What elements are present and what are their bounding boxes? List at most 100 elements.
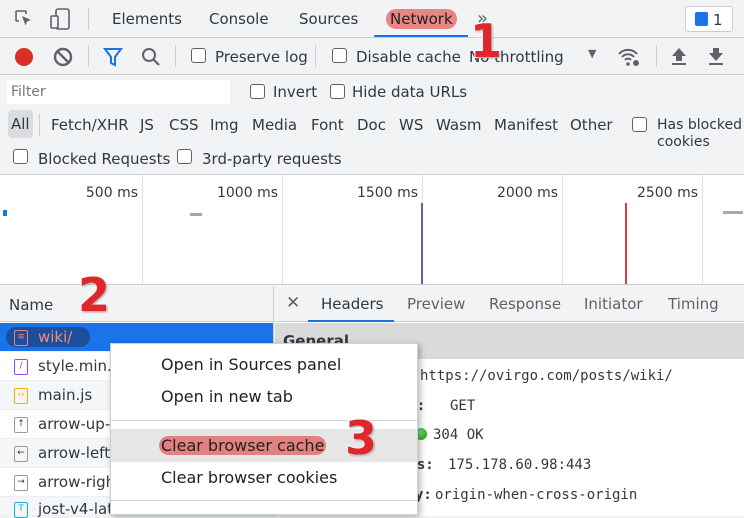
toolbar-divider <box>88 45 89 67</box>
request-bar <box>190 213 202 216</box>
timeline-tick: 500 ms <box>85 185 138 201</box>
request-url-value: https://ovirgo.com/posts/wiki/ <box>420 368 673 384</box>
tab-response[interactable]: Response <box>489 295 561 313</box>
timeline-tick: 2500 ms <box>636 185 698 201</box>
type-filter-all[interactable]: All <box>8 110 33 138</box>
request-name: arrow-up- <box>38 415 111 433</box>
request-bar <box>723 211 743 214</box>
export-har-icon[interactable] <box>707 46 725 66</box>
disable-cache-checkbox[interactable] <box>332 48 347 63</box>
menu-divider <box>111 500 417 501</box>
issues-badge[interactable]: 1 <box>685 6 733 32</box>
remote-address-value: 175.178.60.98:443 <box>448 457 592 473</box>
request-name: arrow-righ <box>38 473 116 491</box>
network-conditions-icon[interactable] <box>617 46 641 68</box>
request-name: style.min.2 <box>38 357 122 375</box>
chevron-down-icon[interactable]: ▼ <box>588 47 596 60</box>
close-icon[interactable]: ✕ <box>286 293 300 313</box>
hide-data-urls-checkbox[interactable] <box>330 84 345 99</box>
annotation-step-1: 1 <box>469 13 503 69</box>
annotation-step-2: 2 <box>77 267 111 323</box>
type-filter-doc[interactable]: Doc <box>357 116 386 134</box>
menu-open-in-new-tab[interactable]: Open in new tab <box>111 382 417 412</box>
preserve-log-checkbox[interactable] <box>191 48 206 63</box>
request-name: main.js <box>38 386 93 404</box>
tab-headers[interactable]: Headers <box>321 295 383 313</box>
type-filter-other[interactable]: Other <box>570 116 613 134</box>
hide-data-urls-label: Hide data URLs <box>352 83 468 101</box>
invert-checkbox[interactable] <box>250 84 265 99</box>
name-column-header[interactable]: Name <box>0 286 273 322</box>
annotation-step-3: 3 <box>344 410 378 466</box>
timeline-tick: 1500 ms <box>356 185 418 201</box>
inspect-element-icon[interactable] <box>14 9 34 29</box>
has-blocked-cookies-label: Has blocked cookies <box>657 117 742 150</box>
type-filter-font[interactable]: Font <box>311 116 344 134</box>
record-button[interactable] <box>15 48 33 66</box>
tab-elements[interactable]: Elements <box>112 10 182 28</box>
menu-label: Clear browser cookies <box>161 468 338 487</box>
document-icon: ≡ <box>14 330 28 346</box>
type-filter-wasm[interactable]: Wasm <box>436 116 482 134</box>
import-har-icon[interactable] <box>670 46 688 66</box>
tab-console[interactable]: Console <box>209 10 269 28</box>
device-toolbar-icon[interactable] <box>50 8 72 30</box>
network-toolbar: Preserve log Disable cache No throttling… <box>0 38 744 75</box>
timeline-gridline <box>562 175 563 284</box>
menu-label: Clear browser cache <box>159 436 327 455</box>
menu-label: Open in Sources panel <box>161 355 342 374</box>
image-icon: ↑ <box>14 417 28 433</box>
toolbar-divider <box>175 45 176 67</box>
load-event-line <box>625 203 627 284</box>
type-filter-media[interactable]: Media <box>252 116 297 134</box>
third-party-checkbox[interactable] <box>177 149 192 164</box>
script-icon: ‹› <box>14 388 28 404</box>
menu-open-in-sources[interactable]: Open in Sources panel <box>111 350 417 380</box>
type-filter-js[interactable]: JS <box>140 116 154 134</box>
image-icon: → <box>14 475 28 491</box>
tab-timing[interactable]: Timing <box>668 295 719 313</box>
request-name: jost-v4-lat <box>38 500 114 518</box>
blocked-requests-label: Blocked Requests <box>38 150 171 168</box>
tab-sources[interactable]: Sources <box>299 10 358 28</box>
blocked-requests-checkbox[interactable] <box>13 149 28 164</box>
issue-icon <box>695 12 708 26</box>
timeline-gridline <box>702 175 703 284</box>
tab-initiator[interactable]: Initiator <box>584 295 643 313</box>
type-filter-img[interactable]: Img <box>210 116 239 134</box>
menu-label: Open in new tab <box>161 387 293 406</box>
stylesheet-icon: / <box>14 359 28 375</box>
toolbar-divider <box>88 8 89 30</box>
filter-input[interactable] <box>7 80 230 104</box>
search-icon[interactable] <box>140 46 162 68</box>
type-filter-ws[interactable]: WS <box>399 116 423 134</box>
type-filter-divider <box>39 114 40 136</box>
has-blocked-cookies-checkbox[interactable] <box>632 117 647 132</box>
type-filter-manifest[interactable]: Manifest <box>494 116 558 134</box>
timeline-tick: 2000 ms <box>496 185 558 201</box>
name-header-label: Name <box>9 296 54 314</box>
request-method-value: GET <box>450 398 476 414</box>
timeline-gridline <box>142 175 143 284</box>
tab-preview[interactable]: Preview <box>407 295 465 313</box>
menu-clear-browser-cookies[interactable]: Clear browser cookies <box>111 463 417 493</box>
type-filter-css[interactable]: CSS <box>169 116 199 134</box>
preserve-log-label: Preserve log <box>215 48 308 66</box>
active-tab-underline <box>308 320 394 322</box>
status-code-value: 304 OK <box>433 427 484 443</box>
toolbar-divider <box>315 45 316 67</box>
type-filter-fetch-xhr[interactable]: Fetch/XHR <box>51 116 129 134</box>
referrer-policy-value: origin-when-cross-origin <box>435 487 638 503</box>
timeline-gridline <box>282 175 283 284</box>
third-party-label: 3rd-party requests <box>202 150 342 168</box>
clear-icon[interactable] <box>53 47 73 67</box>
request-bar <box>3 210 7 216</box>
tab-network[interactable]: Network <box>386 9 457 29</box>
request-name: arrow-left <box>38 444 111 462</box>
tab-bar: Elements Console Sources Network » 1 <box>0 0 744 38</box>
dom-content-loaded-line <box>421 203 423 284</box>
timeline-overview[interactable]: 500 ms 1000 ms 1500 ms 2000 ms 2500 ms <box>0 174 744 285</box>
active-tab-underline <box>374 35 468 37</box>
image-icon: ← <box>14 446 28 462</box>
filter-icon[interactable] <box>103 47 123 67</box>
